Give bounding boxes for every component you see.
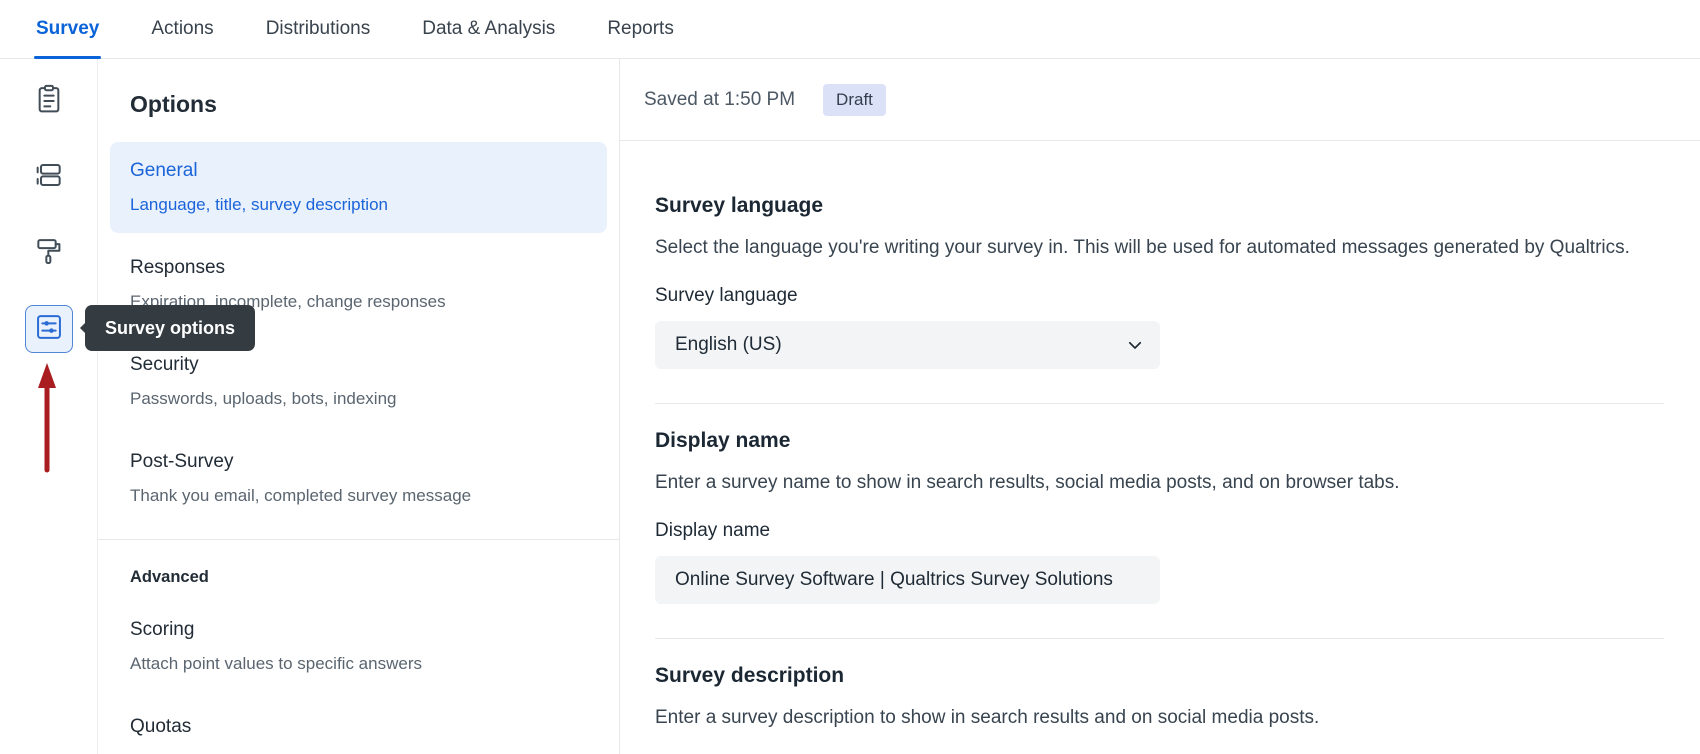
options-item-description: Passwords, uploads, bots, indexing (130, 388, 587, 409)
clipboard-icon (33, 83, 65, 120)
blocks-icon (33, 159, 65, 196)
sliders-icon (33, 311, 65, 348)
section-divider (655, 403, 1664, 404)
options-item-post-survey[interactable]: Post-Survey Thank you email, completed s… (110, 433, 607, 524)
options-item-quotas[interactable]: Quotas (110, 698, 607, 754)
blocks-button[interactable] (25, 153, 73, 201)
main-header: Saved at 1:50 PM Draft (620, 59, 1700, 141)
tab-data-analysis[interactable]: Data & Analysis (422, 0, 555, 59)
paint-roller-icon (33, 235, 65, 272)
tab-reports[interactable]: Reports (607, 0, 674, 59)
status-badge: Draft (823, 84, 886, 116)
top-nav: Survey Actions Distributions Data & Anal… (0, 0, 1700, 59)
saved-status: Saved at 1:50 PM (644, 89, 795, 111)
survey-language-field-label: Survey language (655, 284, 1664, 308)
survey-language-selected-value: English (US) (675, 334, 782, 356)
options-item-general[interactable]: General Language, title, survey descript… (110, 142, 607, 233)
survey-options-tooltip: Survey options (85, 305, 255, 351)
main-content: Saved at 1:50 PM Draft Survey language S… (620, 59, 1700, 754)
survey-description-heading: Survey description (655, 663, 1664, 689)
panel-divider (98, 539, 619, 540)
tab-distributions[interactable]: Distributions (266, 0, 371, 59)
options-item-label: Security (130, 353, 587, 377)
options-item-scoring[interactable]: Scoring Attach point values to specific … (110, 601, 607, 692)
display-name-input[interactable] (655, 556, 1160, 604)
options-item-label: General (130, 159, 587, 183)
options-item-description: Attach point values to specific answers (130, 653, 587, 674)
tab-actions[interactable]: Actions (151, 0, 213, 59)
look-feel-button[interactable] (25, 229, 73, 277)
tab-survey[interactable]: Survey (36, 0, 99, 59)
options-item-label: Quotas (130, 715, 587, 739)
survey-description-description: Enter a survey description to show in se… (655, 704, 1640, 732)
chevron-down-icon (1126, 336, 1144, 354)
survey-language-heading: Survey language (655, 193, 1664, 219)
options-item-label: Responses (130, 256, 587, 280)
options-item-label: Scoring (130, 618, 587, 642)
section-divider (655, 638, 1664, 639)
survey-language-dropdown[interactable]: English (US) (655, 321, 1160, 369)
options-panel-title: Options (130, 91, 619, 118)
survey-options-button[interactable] (25, 305, 73, 353)
annotation-arrow-icon (34, 358, 60, 481)
options-item-label: Post-Survey (130, 450, 587, 474)
display-name-field-label: Display name (655, 519, 1664, 543)
survey-language-description: Select the language you're writing your … (655, 234, 1640, 262)
options-item-description: Language, title, survey description (130, 194, 587, 215)
options-item-description: Thank you email, completed survey messag… (130, 485, 587, 506)
display-name-description: Enter a survey name to show in search re… (655, 469, 1640, 497)
display-name-heading: Display name (655, 428, 1664, 454)
survey-builder-button[interactable] (25, 77, 73, 125)
options-panel: Options General Language, title, survey … (98, 59, 620, 754)
advanced-section-header: Advanced (130, 568, 619, 587)
